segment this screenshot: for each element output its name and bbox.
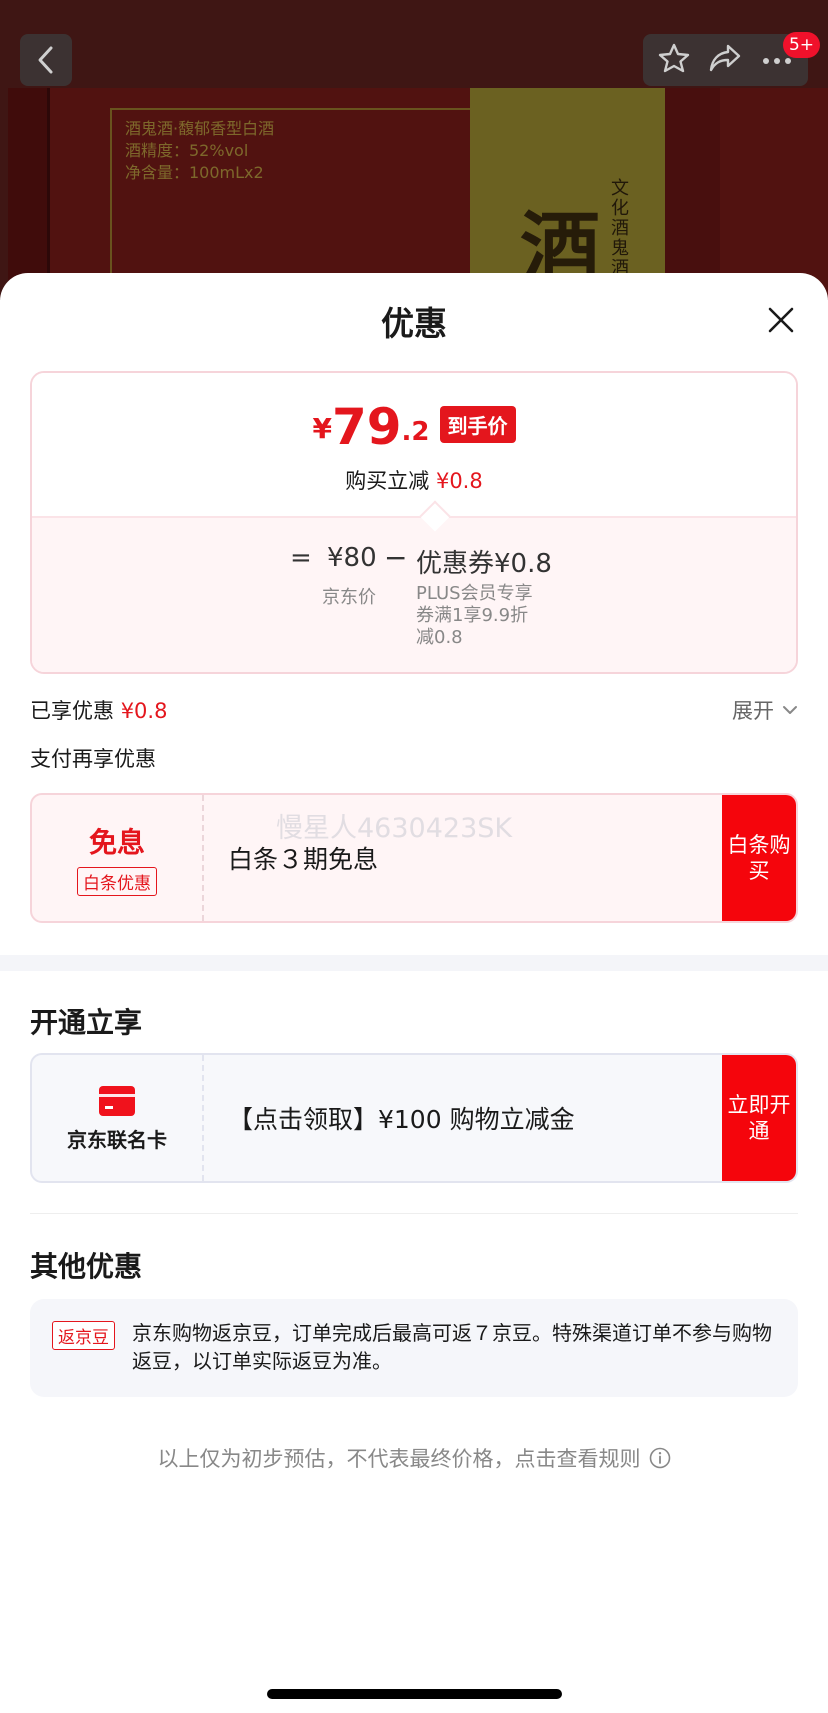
jd-price: ¥80: [327, 543, 377, 573]
jd-card-name: 京东联名卡: [67, 1127, 167, 1152]
info-icon: [649, 1447, 670, 1469]
open-now-button[interactable]: 立即开通: [722, 1055, 796, 1181]
jd-price-label: 京东价: [322, 587, 376, 608]
price-formula: = ¥80 京东价 − 优惠券¥0.8 PLUS会员专享券满1享9.9折减0.8: [290, 541, 552, 648]
close-icon: [768, 307, 794, 333]
star-icon: [658, 43, 690, 73]
price-breakdown-card: ¥ 79 .2 到手价 购买立减 ¥0.8 = ¥80 京东价 − 优惠券¥0.…: [30, 371, 798, 674]
final-price: ¥ 79 .2 到手价: [32, 401, 796, 453]
favorite-star-button[interactable]: [658, 42, 690, 78]
section-separator: [0, 955, 828, 971]
discount-sheet: 优惠 ¥ 79 .2 到手价 购买立减 ¥0.8 = ¥80 京东价 − 优惠券…: [0, 273, 828, 1713]
chevron-down-icon: [783, 706, 797, 714]
open-section-title: 开通立享: [30, 1006, 143, 1039]
baitiao-buy-button[interactable]: 白条购买: [722, 795, 796, 921]
divider: [30, 1213, 798, 1214]
other-section-title: 其他优惠: [30, 1250, 143, 1283]
home-indicator[interactable]: [267, 1689, 562, 1699]
notification-badge: 5+: [782, 32, 820, 58]
enjoyed-discount: 已享优惠 ¥0.8: [30, 699, 168, 723]
jd-card-promo-text: 【点击领取】¥100 购物立减金: [228, 1105, 575, 1134]
chevron-left-icon: [38, 46, 53, 74]
instant-discount: 购买立减 ¥0.8: [345, 469, 483, 493]
back-button[interactable]: [20, 34, 72, 86]
baitiao-tag: 白条优惠: [77, 866, 157, 896]
credit-card-icon: [99, 1085, 135, 1116]
close-button[interactable]: [764, 303, 798, 337]
jd-bean-tag: 返京豆: [52, 1321, 115, 1350]
jd-card-promo-card[interactable]: 京东联名卡 【点击领取】¥100 购物立减金 立即开通: [30, 1053, 798, 1183]
sheet-title: 优惠: [381, 304, 447, 343]
more-dots-icon: [762, 57, 791, 64]
share-button[interactable]: [708, 42, 742, 78]
rules-link[interactable]: 以上仅为初步预估，不代表最终价格，点击查看规则: [0, 1443, 828, 1473]
baitiao-promo-card[interactable]: 免息 白条优惠 白条３期免息 白条购买: [30, 793, 798, 923]
baitiao-promo-text: 白条３期免息: [228, 845, 379, 874]
coupon-amount: 优惠券¥0.8: [416, 549, 552, 579]
final-price-tag: 到手价: [439, 406, 516, 443]
pay-section-label: 支付再享优惠: [30, 747, 156, 771]
expand-button[interactable]: 展开: [732, 695, 798, 725]
share-icon: [710, 44, 741, 72]
jd-bean-text: 京东购物返京豆，订单完成后最高可返７京豆。特殊渠道订单不参与购物返豆，以订单实际…: [132, 1321, 772, 1373]
jd-bean-card: 返京豆 京东购物返京豆，订单完成后最高可返７京豆。特殊渠道订单不参与购物返豆，以…: [30, 1299, 798, 1397]
coupon-description: PLUS会员专享券满1享9.9折减0.8: [416, 583, 533, 648]
interest-free-title: 免息: [88, 825, 145, 859]
